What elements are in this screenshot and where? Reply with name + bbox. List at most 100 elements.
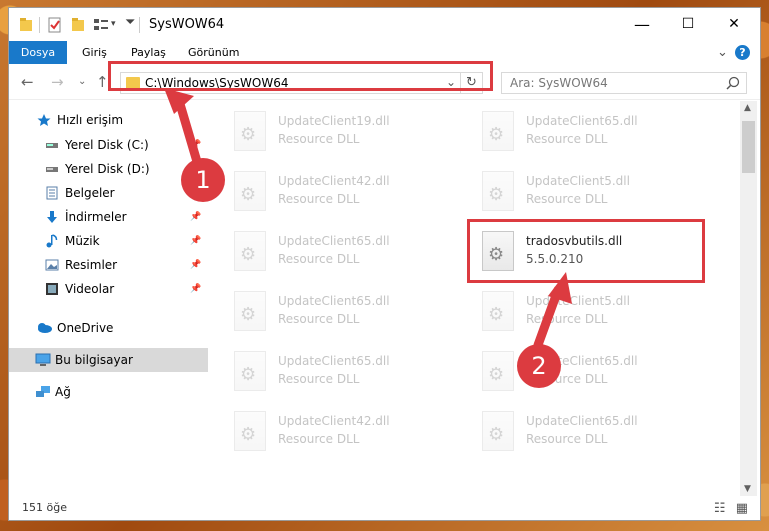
- music-icon: [46, 234, 58, 248]
- video-icon: [46, 283, 58, 295]
- sidebar-item-pictures[interactable]: Resimler 📌: [9, 253, 208, 277]
- sidebar-item-videos[interactable]: Videolar 📌: [9, 277, 208, 301]
- sidebar-item-disk-d[interactable]: Yerel Disk (D:) 📌: [9, 157, 208, 181]
- sidebar-item-label: Hızlı erişim: [57, 113, 124, 127]
- network-icon: [36, 386, 50, 397]
- file-list: UpdateClient19.dll Resource DLL UpdateCl…: [208, 101, 740, 464]
- file-type: Resource DLL: [526, 192, 608, 206]
- star-icon: [37, 114, 51, 126]
- file-item[interactable]: UpdateClient65.dll Resource DLL: [208, 281, 448, 341]
- file-type: Resource DLL: [278, 312, 360, 326]
- file-type: Resource DLL: [278, 132, 360, 146]
- file-type: Resource DLL: [526, 312, 608, 326]
- file-item[interactable]: UpdateClient5.dll Resource DLL: [456, 161, 696, 221]
- minimize-button[interactable]: —: [619, 8, 665, 40]
- file-name: UpdateClient42.dll: [278, 414, 390, 428]
- address-dropdown-icon[interactable]: ⌄: [446, 75, 456, 89]
- qat-dropdown-icon[interactable]: ▾: [111, 19, 116, 35]
- file-item[interactable]: UpdateClient65.dll Resource DLL: [208, 341, 448, 401]
- sidebar-item-label: Resimler: [65, 258, 118, 272]
- back-button[interactable]: ←: [21, 73, 34, 91]
- file-item-tradosvbutils[interactable]: tradosvbutils.dll 5.5.0.210: [456, 221, 696, 281]
- up-button[interactable]: ↑: [96, 73, 109, 91]
- navigation-row: ← → ⌄ ↑ C:\Windows\SysWOW64 ⌄ ↻ Ara: Sys…: [9, 64, 760, 100]
- sidebar-item-label: Ağ: [55, 385, 71, 399]
- customize-qat-icon[interactable]: ⏷: [125, 15, 135, 31]
- maximize-button[interactable]: ☐: [665, 8, 711, 40]
- file-item[interactable]: UpdateClient65.dll Resource DLL: [456, 101, 696, 161]
- recent-locations-button[interactable]: ⌄: [78, 76, 86, 87]
- address-path[interactable]: C:\Windows\SysWOW64: [145, 76, 289, 90]
- sidebar-item-documents[interactable]: Belgeler 📌: [9, 181, 208, 205]
- file-name: UpdateClient5.dll: [526, 174, 630, 188]
- dll-file-icon: [234, 411, 266, 451]
- file-item[interactable]: UpdateClient42.dll Resource DLL: [208, 161, 448, 221]
- address-bar[interactable]: C:\Windows\SysWOW64 ⌄ ↻: [120, 72, 483, 94]
- forward-button[interactable]: →: [51, 73, 64, 91]
- sidebar-item-downloads[interactable]: İndirmeler 📌: [9, 205, 208, 229]
- close-button[interactable]: ✕: [711, 8, 757, 40]
- file-type: Resource DLL: [278, 252, 360, 266]
- sidebar-item-this-pc[interactable]: Bu bilgisayar: [9, 348, 208, 372]
- view-toggle: ☷ ▦: [714, 501, 748, 516]
- status-bar: 151 öğe ☷ ▦: [9, 496, 760, 520]
- search-input[interactable]: Ara: SysWOW64: [510, 76, 608, 90]
- file-type: Resource DLL: [526, 132, 608, 146]
- tab-paylas[interactable]: Paylaş: [122, 41, 175, 64]
- tab-giris[interactable]: Giriş: [73, 41, 116, 64]
- sidebar-item-quick-access[interactable]: Hızlı erişim: [9, 108, 208, 132]
- scroll-down-icon[interactable]: ▼: [744, 484, 751, 494]
- window-title: SysWOW64: [149, 17, 225, 32]
- sidebar-item-onedrive[interactable]: OneDrive: [9, 316, 208, 340]
- file-type: Resource DLL: [278, 432, 360, 446]
- scroll-up-icon[interactable]: ▲: [744, 103, 751, 113]
- expand-ribbon-icon[interactable]: ⌄: [717, 45, 728, 60]
- file-name: UpdateClient65.dll: [278, 354, 390, 368]
- sidebar-item-music[interactable]: Müzik 📌: [9, 229, 208, 253]
- tab-dosya[interactable]: Dosya: [9, 41, 67, 64]
- vertical-scrollbar[interactable]: ▲ ▼: [740, 101, 757, 496]
- title-bar: ▾ ⏷ SysWOW64 — ☐ ✕: [9, 8, 760, 41]
- file-type: Resource DLL: [278, 192, 360, 206]
- file-item[interactable]: UpdateClient65.dll Resource DLL: [456, 341, 696, 401]
- properties-icon[interactable]: [47, 17, 63, 33]
- dll-file-icon: [482, 351, 514, 391]
- dll-file-icon: [482, 111, 514, 151]
- new-folder-icon[interactable]: [71, 17, 85, 33]
- file-type: Resource DLL: [278, 372, 360, 386]
- pin-icon[interactable]: 📌: [190, 253, 201, 277]
- pin-icon[interactable]: 📌: [190, 133, 201, 157]
- sidebar-item-label: Belgeler: [65, 186, 115, 200]
- file-item[interactable]: UpdateClient19.dll Resource DLL: [208, 101, 448, 161]
- file-item[interactable]: UpdateClient5.dll Resource DLL: [456, 281, 696, 341]
- file-item[interactable]: UpdateClient65.dll Resource DLL: [208, 221, 448, 281]
- dll-file-icon: [234, 231, 266, 271]
- navigation-pane: Hızlı erişim Yerel Disk (C:) 📌 Yerel Dis…: [9, 101, 208, 464]
- details-view-icon[interactable]: ☷: [714, 501, 726, 516]
- pin-icon[interactable]: 📌: [190, 205, 201, 229]
- search-icon[interactable]: [726, 76, 740, 90]
- computer-icon: [35, 353, 51, 366]
- dll-file-icon: [482, 171, 514, 211]
- explorer-window: ▾ ⏷ SysWOW64 — ☐ ✕ Dosya Giriş Paylaş Gö…: [8, 7, 761, 521]
- sidebar-item-label: OneDrive: [57, 321, 114, 335]
- dll-file-icon: [482, 291, 514, 331]
- pin-icon[interactable]: 📌: [190, 277, 201, 301]
- file-type: Resource DLL: [526, 432, 608, 446]
- search-box[interactable]: Ara: SysWOW64: [501, 72, 747, 94]
- file-item[interactable]: UpdateClient65.dll Resource DLL: [456, 401, 696, 461]
- sidebar-item-disk-c[interactable]: Yerel Disk (C:) 📌: [9, 133, 208, 157]
- tab-gorunum[interactable]: Görünüm: [179, 41, 248, 64]
- large-icons-view-icon[interactable]: ▦: [736, 501, 748, 516]
- pin-icon[interactable]: 📌: [190, 229, 201, 253]
- view-options-icon[interactable]: [93, 17, 109, 33]
- scroll-thumb[interactable]: [742, 121, 755, 173]
- file-item[interactable]: UpdateClient42.dll Resource DLL: [208, 401, 448, 461]
- separator: [39, 17, 40, 33]
- sidebar-item-network[interactable]: Ağ: [9, 380, 208, 404]
- file-name: UpdateClient42.dll: [278, 174, 390, 188]
- ribbon-tabs: Dosya Giriş Paylaş Görünüm ⌄ ?: [9, 41, 760, 64]
- refresh-button[interactable]: ↻: [460, 73, 482, 93]
- help-button[interactable]: ?: [735, 45, 750, 60]
- drive-icon: [46, 143, 58, 148]
